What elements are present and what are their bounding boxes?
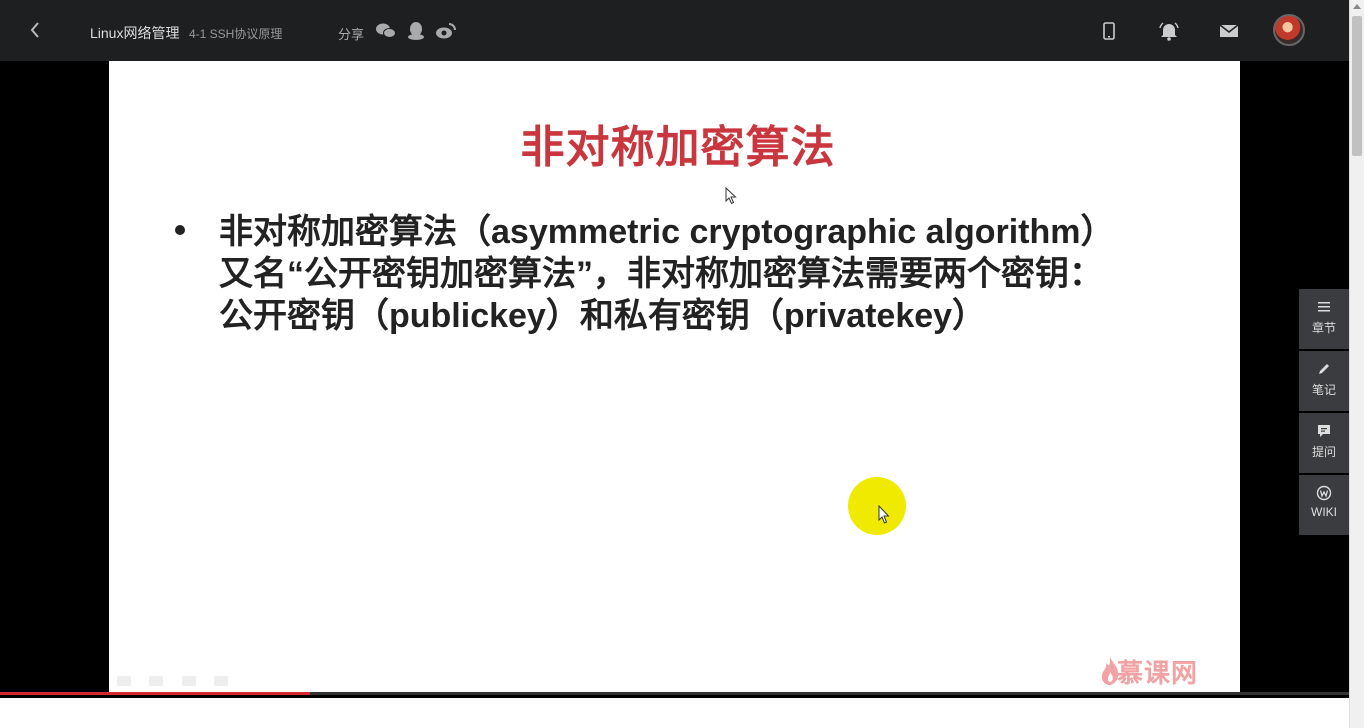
bullet-line: 公开密钥（publickey）和私有密钥（privatekey）	[219, 297, 987, 335]
chapters-label: 章节	[1311, 321, 1336, 335]
bell-icon[interactable]	[1157, 19, 1181, 43]
wechat-icon[interactable]	[375, 20, 397, 42]
chat-bubble-icon	[1318, 425, 1330, 437]
slide-menu-icon	[181, 676, 196, 686]
mail-icon[interactable]	[1217, 19, 1241, 43]
bullet-text: 非对称加密算法（asymmetric cryptographic algorit…	[219, 211, 1179, 337]
slide-prev-icon	[117, 676, 131, 686]
bullet-dot	[175, 225, 185, 235]
scroll-up-arrow-icon[interactable]	[1353, 4, 1361, 9]
share-label: 分享	[338, 27, 365, 42]
wiki-button[interactable]: WIKI	[1299, 475, 1349, 535]
mouse-pointer-icon	[878, 505, 890, 524]
questions-button[interactable]: 提问	[1299, 413, 1349, 473]
weibo-icon[interactable]	[435, 20, 457, 42]
scroll-thumb[interactable]	[1352, 16, 1362, 156]
qq-icon[interactable]	[405, 20, 427, 42]
slide-title: 非对称加密算法	[520, 123, 836, 172]
slide-toolbar	[117, 673, 242, 687]
questions-label: 提问	[1311, 445, 1336, 459]
slide-next-icon	[214, 676, 229, 686]
list-icon	[1318, 302, 1330, 312]
watermark-logo: 慕课网	[1117, 658, 1199, 688]
mouse-pointer-icon	[725, 187, 737, 205]
top-bar: Linux网络管理 4-1 SSH协议原理 分享	[0, 0, 1349, 61]
bullet-line: 又名“公开密钥加密算法”，非对称加密算法需要两个密钥：	[219, 255, 1103, 293]
chapters-button[interactable]: 章节	[1299, 289, 1349, 349]
notes-button[interactable]: 笔记	[1299, 351, 1349, 411]
course-title[interactable]: Linux网络管理	[90, 23, 179, 43]
wiki-label: WIKI	[1311, 505, 1337, 519]
mobile-icon[interactable]	[1097, 19, 1121, 43]
cursor-highlight	[848, 477, 906, 535]
page-scrollbar[interactable]	[1349, 0, 1364, 728]
lesson-title: 4-1 SSH协议原理	[189, 27, 283, 41]
pencil-icon	[1319, 364, 1329, 374]
back-arrow-icon[interactable]	[24, 18, 48, 42]
slide-pen-icon	[149, 676, 164, 686]
notes-label: 笔记	[1311, 383, 1336, 397]
user-avatar[interactable]	[1273, 14, 1305, 46]
video-slide[interactable]: 非对称加密算法 非对称加密算法（asymmetric cryptographic…	[109, 61, 1240, 692]
wiki-icon	[1316, 485, 1332, 501]
page-bottom	[0, 698, 1349, 728]
bullet-line: 非对称加密算法（asymmetric cryptographic algorit…	[219, 213, 1115, 251]
